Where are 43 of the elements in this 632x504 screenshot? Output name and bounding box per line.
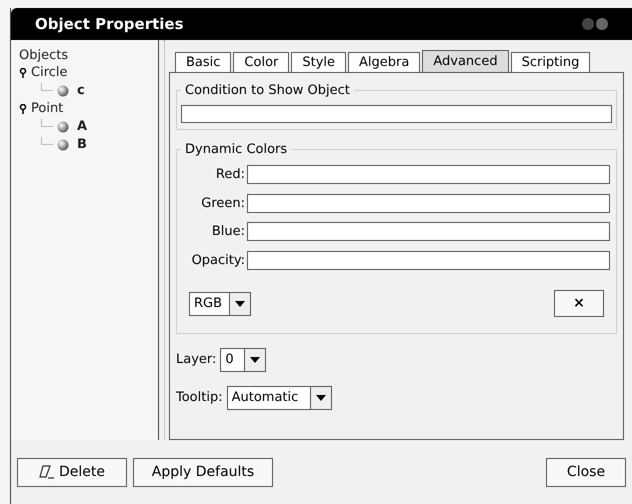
- tree-root[interactable]: Objects: [19, 48, 150, 64]
- tree-item[interactable]: B: [77, 135, 87, 155]
- tab[interactable]: Color: [233, 52, 290, 72]
- tab[interactable]: Basic: [175, 52, 232, 72]
- tree-item[interactable]: Circle: [31, 63, 68, 83]
- sphere-icon: [57, 85, 69, 97]
- tab[interactable]: Algebra: [348, 52, 420, 72]
- expand-handle-icon[interactable]: [19, 68, 27, 78]
- dropdown-arrow-icon: [250, 357, 260, 363]
- sphere-icon: [57, 139, 69, 151]
- tab[interactable]: Scripting: [510, 52, 590, 72]
- group-title: Condition to Show Object: [184, 82, 351, 100]
- field-label: Opacity:: [190, 252, 245, 270]
- field-label: Red:: [214, 166, 245, 184]
- tree-item[interactable]: c: [77, 81, 85, 101]
- input-field[interactable]: [247, 165, 610, 184]
- field-label: Green:: [200, 194, 245, 212]
- close-dialog-button[interactable]: Close: [546, 458, 626, 486]
- color-mode-dropdown[interactable]: RGB: [189, 292, 251, 316]
- layer-dropdown[interactable]: 0: [220, 348, 266, 372]
- input-field[interactable]: [247, 250, 610, 270]
- input-field[interactable]: [247, 194, 610, 213]
- field-label: Blue:: [210, 223, 245, 241]
- dropdown-arrow-icon: [316, 395, 326, 401]
- dropdown-arrow-icon: [235, 300, 245, 306]
- sphere-icon: [57, 121, 69, 133]
- condition-field[interactable]: [181, 104, 612, 122]
- delete-button[interactable]: Delete: [17, 458, 127, 486]
- tree-item[interactable]: Point: [31, 99, 64, 119]
- group-title: Dynamic Colors: [184, 140, 288, 158]
- tab[interactable]: Advanced: [422, 50, 509, 72]
- input-field[interactable]: [247, 222, 610, 242]
- window-title: Object Properties: [35, 14, 184, 35]
- field-label: Tooltip:: [176, 389, 223, 408]
- close-button[interactable]: [596, 18, 608, 30]
- clear-button[interactable]: ×: [554, 290, 604, 317]
- eraser-icon: [39, 465, 55, 479]
- expand-handle-icon[interactable]: [19, 104, 27, 114]
- tooltip-dropdown[interactable]: Automatic: [226, 386, 332, 410]
- tree-item[interactable]: A: [77, 117, 88, 137]
- apply-defaults-button[interactable]: Apply Defaults: [133, 458, 273, 486]
- tab[interactable]: Style: [291, 52, 346, 72]
- field-label: Layer:: [176, 351, 216, 370]
